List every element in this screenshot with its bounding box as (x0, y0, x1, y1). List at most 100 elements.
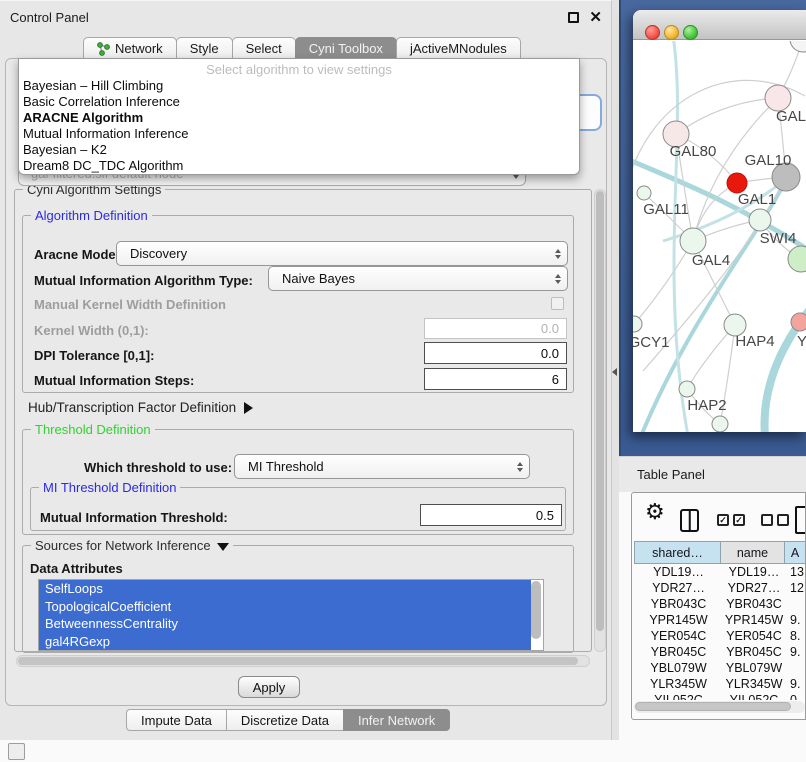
dpi-tolerance-field[interactable]: 0.0 (424, 342, 567, 364)
settings-horizontal-scrollbar[interactable] (16, 655, 590, 667)
tab-style[interactable]: Style (176, 37, 233, 59)
zoom-traffic-light-icon[interactable] (683, 25, 698, 40)
table-toolbar: ⚙ ✓ ✓ (632, 493, 806, 540)
algorithm-dropdown-popup: Select algorithm to view settings Bayesi… (18, 58, 580, 175)
table-header-row: shared… name A (635, 541, 806, 564)
popup-placeholder: Select algorithm to view settings (19, 59, 579, 78)
close-icon[interactable]: ✕ (589, 10, 602, 25)
node-gcy1[interactable] (633, 316, 642, 332)
table-panel: ⚙ ✓ ✓ shared… name A YDL19…YDL19…13 YDR2… (631, 492, 806, 720)
node-label: GAL11 (643, 201, 689, 218)
algorithm-option-selected[interactable]: ARACNE Algorithm (19, 110, 579, 126)
node-unlabeled-bottom[interactable] (712, 416, 728, 432)
table-horizontal-scrollbar[interactable] (634, 701, 805, 713)
algorithm-option[interactable]: Mutual Information Inference (19, 126, 579, 142)
network-icon (97, 42, 110, 56)
manual-kernel-checkbox[interactable] (551, 297, 564, 310)
attribute-item[interactable]: BetweennessCentrality (39, 615, 531, 633)
algorithm-option[interactable]: Bayesian – Hill Climbing (19, 78, 579, 94)
attribute-item[interactable]: gal4RGexp (39, 633, 531, 651)
collapse-arrow-icon (217, 543, 229, 551)
node-label: Y (797, 333, 806, 350)
unchecked-checkbox-icon[interactable] (761, 514, 773, 526)
control-panel-titlebar: Control Panel ✕ (0, 3, 612, 31)
node-gal1[interactable] (749, 209, 771, 231)
float-panel-icon[interactable] (568, 12, 579, 23)
tab-impute-data[interactable]: Impute Data (126, 709, 227, 731)
table-row[interactable]: YER054CYER054C8. (635, 628, 806, 644)
panel-title: Control Panel (10, 10, 89, 25)
node-hap2[interactable] (679, 381, 695, 397)
table-row[interactable]: YDL19…YDL19…13 (635, 564, 806, 580)
panel-tab-bar: Network Style Select Cyni Toolbox jActiv… (84, 37, 521, 59)
unchecked-checkbox-icon[interactable] (777, 514, 789, 526)
mi-type-label: Mutual Information Algorithm Type: (34, 273, 253, 288)
node-label: GAL80 (670, 143, 717, 160)
attribute-item[interactable]: TopologicalCoefficient (39, 598, 531, 616)
threshold-combo[interactable]: MI Threshold (234, 454, 530, 479)
settings-vertical-scrollbar[interactable] (594, 189, 606, 652)
kernel-width-label: Kernel Width (0,1): (34, 323, 149, 338)
node-unlabeled-top[interactable] (790, 41, 806, 52)
hub-tf-definition-toggle[interactable]: Hub/Transcription Factor Definition (28, 400, 253, 415)
attribute-item[interactable]: SelfLoops (39, 580, 531, 598)
network-window-titlebar[interactable] (633, 10, 806, 40)
table-row[interactable]: YBR043CYBR043C (635, 596, 806, 612)
node-label: GAL4 (692, 252, 730, 269)
node-swi4[interactable] (788, 246, 806, 272)
aracne-mode-combo[interactable]: Discovery (116, 241, 568, 266)
node-labels: GAL GAL80 GAL10 GAL1 GAL11 SWI4 GAL4 GCY… (633, 108, 806, 414)
network-canvas[interactable]: GAL GAL80 GAL10 GAL1 GAL11 SWI4 GAL4 GCY… (633, 41, 806, 432)
tab-network[interactable]: Network (83, 37, 177, 59)
gear-icon[interactable]: ⚙ (645, 501, 665, 523)
apply-button[interactable]: Apply (238, 676, 300, 698)
combo-stepper-icon (555, 274, 561, 284)
mi-threshold-field[interactable]: 0.5 (420, 504, 562, 526)
panel-corner-button[interactable] (8, 743, 25, 760)
algorithm-option[interactable]: Bayesian – K2 (19, 142, 579, 158)
table-body: YDL19…YDL19…13 YDR27…YDR27…12 YBR043CYBR… (635, 564, 806, 700)
data-attributes-label: Data Attributes (30, 561, 123, 576)
column-header-partial[interactable]: A (784, 541, 806, 564)
checked-checkbox-icon[interactable]: ✓ (733, 514, 745, 526)
attribute-list-scrollbar[interactable] (531, 581, 541, 639)
minimize-traffic-light-icon[interactable] (664, 25, 679, 40)
mi-steps-label: Mutual Information Steps: (34, 373, 194, 388)
tab-infer-network[interactable]: Infer Network (343, 709, 450, 731)
table-row[interactable]: YIL052CYIL052C0 (635, 692, 806, 700)
table-row[interactable]: YPR145WYPR145W9. (635, 612, 806, 628)
network-view-window: GAL GAL80 GAL10 GAL1 GAL11 SWI4 GAL4 GCY… (633, 10, 806, 432)
tab-select[interactable]: Select (232, 37, 296, 59)
mi-type-combo[interactable]: Naive Bayes (268, 266, 568, 291)
checked-checkbox-icon[interactable]: ✓ (717, 514, 729, 526)
mi-threshold-label: Mutual Information Threshold: (40, 510, 228, 525)
tab-discretize-data[interactable]: Discretize Data (226, 709, 344, 731)
node-label: GAL (776, 108, 806, 125)
table-row[interactable]: YBL079WYBL079W (635, 660, 806, 676)
node-gal11[interactable] (637, 186, 651, 200)
manual-kernel-label: Manual Kernel Width Definition (34, 297, 226, 312)
table-row[interactable]: YBR045CYBR045C9. (635, 644, 806, 660)
node-y-partial[interactable] (791, 313, 806, 331)
close-traffic-light-icon[interactable] (645, 25, 660, 40)
node-selected-red[interactable] (727, 173, 747, 193)
algorithm-option[interactable]: Dream8 DC_TDC Algorithm (19, 158, 579, 174)
table-row[interactable]: YLR345WYLR345W9. (635, 676, 806, 692)
node-label: GAL1 (738, 191, 776, 208)
data-attributes-list[interactable]: SelfLoops TopologicalCoefficient Between… (38, 579, 544, 651)
document-icon[interactable] (795, 506, 806, 534)
mi-steps-field[interactable]: 6 (424, 368, 567, 390)
node-label: SWI4 (760, 230, 797, 247)
divider-collapse-arrow-icon[interactable] (612, 368, 617, 376)
node-label: HAP4 (735, 333, 774, 350)
kernel-width-field[interactable]: 0.0 (424, 318, 567, 339)
table-row[interactable]: YDR27…YDR27…12 (635, 580, 806, 596)
node-gal4[interactable] (680, 228, 706, 254)
tab-jactivemnodules[interactable]: jActiveMNodules (396, 37, 521, 59)
split-columns-icon[interactable] (680, 509, 699, 532)
tab-cyni-toolbox[interactable]: Cyni Toolbox (295, 37, 397, 59)
algorithm-option[interactable]: Basic Correlation Inference (19, 94, 579, 110)
column-header-name[interactable]: name (720, 541, 785, 564)
column-header-shared-name[interactable]: shared… (634, 541, 721, 564)
sources-toggle[interactable]: Sources for Network Inference (31, 538, 233, 553)
